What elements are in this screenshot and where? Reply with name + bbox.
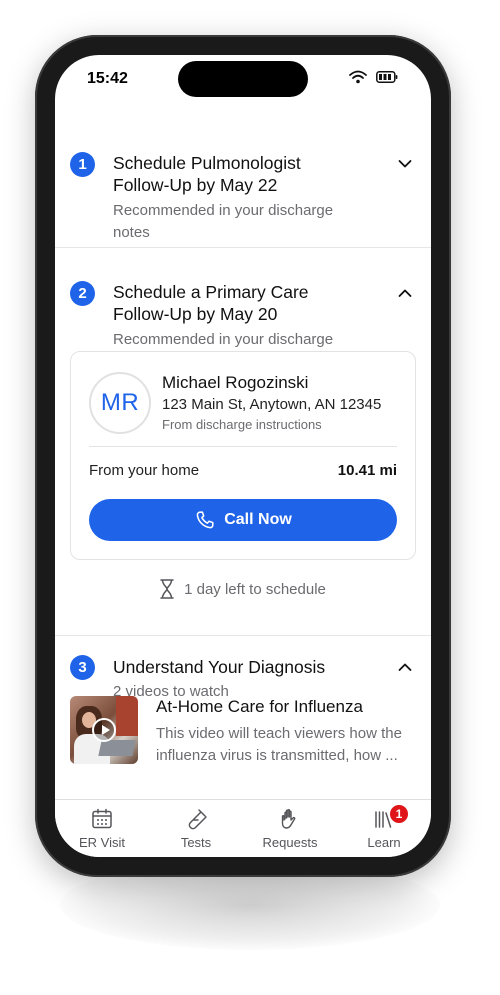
time-left-row: 1 day left to schedule	[55, 579, 431, 599]
divider	[89, 446, 397, 447]
status-time: 15:42	[87, 70, 128, 87]
tab-learn[interactable]: 1 Learn	[337, 804, 431, 850]
step-number-badge: 3	[70, 655, 95, 680]
hourglass-icon	[160, 579, 174, 599]
step-number-badge: 2	[70, 281, 95, 306]
wifi-icon	[349, 70, 367, 84]
tab-requests[interactable]: Requests	[243, 808, 337, 850]
distance-label: From your home	[89, 462, 200, 479]
video-title[interactable]: At-Home Care for Influenza	[156, 697, 363, 717]
chevron-down-icon[interactable]	[398, 159, 412, 169]
notification-badge: 1	[389, 804, 409, 824]
test-tube-icon	[188, 809, 207, 830]
status-bar: 15:42	[55, 55, 431, 103]
phone-frame: 15:42 1 Schedule Pulmonologist Follow-Up…	[35, 35, 451, 877]
call-now-button[interactable]: Call Now	[89, 499, 397, 541]
chevron-up-icon[interactable]	[398, 288, 412, 298]
tab-label: ER Visit	[79, 835, 125, 850]
provider-name: Michael Rogozinski	[162, 373, 309, 392]
dynamic-island	[178, 61, 308, 97]
provider-source: From discharge instructions	[162, 417, 322, 432]
video-description: This video will teach viewers how the in…	[156, 725, 402, 764]
step-title[interactable]: Schedule a Primary Care Follow-Up by May…	[113, 281, 353, 325]
tab-er-visit[interactable]: ER Visit	[55, 808, 149, 850]
step-1-section[interactable]: 1 Schedule Pulmonologist Follow-Up by Ma…	[55, 103, 431, 248]
tab-label: Learn	[367, 835, 401, 850]
thumbnail-laptop	[98, 740, 136, 756]
call-now-label: Call Now	[224, 511, 292, 528]
play-icon[interactable]	[92, 718, 116, 742]
distance-value: 10.41 mi	[337, 462, 397, 479]
time-left-text: 1 day left to schedule	[184, 580, 326, 598]
app-screen: 15:42 1 Schedule Pulmonologist Follow-Up…	[55, 55, 431, 857]
provider-address: 123 Main St, Anytown, AN 12345	[162, 396, 382, 413]
hand-icon	[281, 809, 296, 829]
step-subtitle: Recommended in your discharge notes	[113, 202, 334, 241]
step-title: Schedule Pulmonologist Follow-Up by May …	[113, 153, 301, 195]
video-thumbnail[interactable]	[70, 696, 138, 764]
step-number-badge: 1	[70, 152, 95, 177]
tab-label: Tests	[180, 835, 212, 850]
tab-tests[interactable]: Tests	[149, 808, 243, 850]
calendar-icon	[92, 808, 112, 829]
tab-label: Requests	[262, 835, 318, 850]
step-title[interactable]: Understand Your Diagnosis	[113, 656, 373, 678]
avatar: MR	[89, 372, 151, 434]
tab-bar: ER Visit Tests Requests 1 Learn	[55, 799, 431, 857]
chevron-up-icon[interactable]	[398, 662, 412, 672]
phone-icon	[196, 511, 214, 529]
thumbnail-background	[116, 696, 138, 736]
battery-icon	[376, 71, 398, 83]
provider-card: MR Michael Rogozinski 123 Main St, Anyto…	[70, 351, 416, 560]
